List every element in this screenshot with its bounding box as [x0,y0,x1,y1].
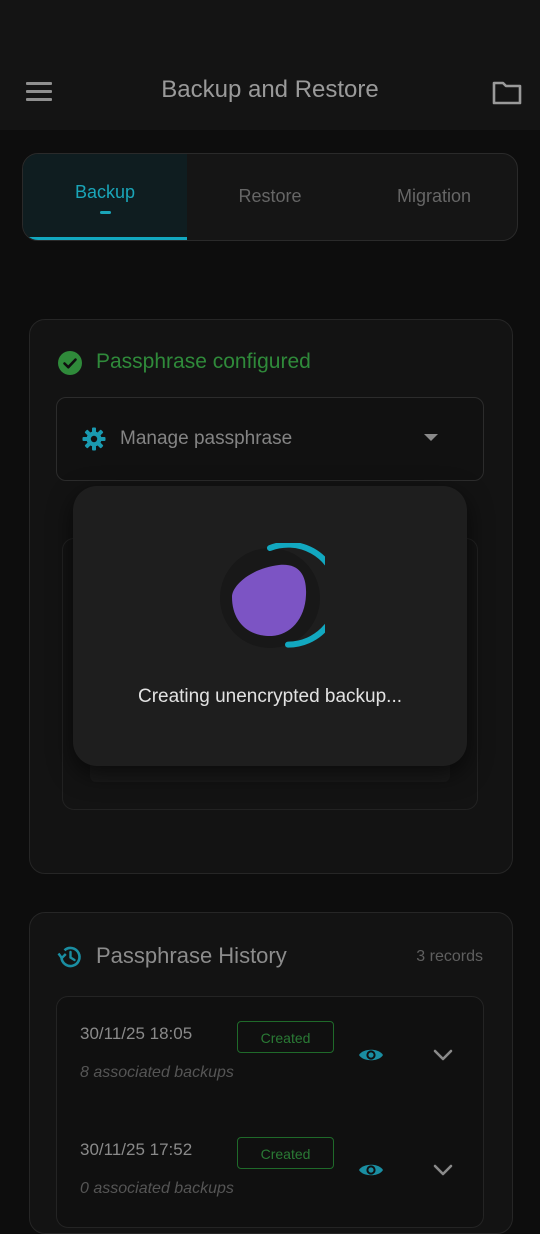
tab-restore[interactable]: Restore [188,154,352,240]
gear-icon [82,427,106,451]
chevron-down-icon[interactable] [432,1163,454,1177]
chevron-down-icon[interactable] [432,1048,454,1062]
status-badge: Created [237,1021,334,1053]
status-badge: Created [237,1137,334,1169]
records-count: 3 records [416,948,483,965]
progress-message: Creating unencrypted backup... [137,686,403,707]
manage-passphrase-label: Manage passphrase [120,428,293,449]
check-circle-icon [58,351,82,375]
history-row-associated: 0 associated backups [80,1180,234,1197]
tab-migration-label: Migration [396,186,472,206]
tab-active-indicator [23,237,187,240]
tab-bar: Backup Restore Migration [22,153,518,241]
history-icon [57,946,81,968]
history-row-date: 30/11/25 18:05 [80,1024,193,1043]
history-row-date: 30/11/25 17:52 [80,1140,193,1159]
app-bar [0,0,540,130]
caret-down-icon [424,434,438,441]
eye-icon[interactable] [358,1161,384,1179]
history-title: Passphrase History [96,943,287,968]
tab-backup-label: Backup [74,182,136,202]
tab-restore-label: Restore [238,186,302,206]
loading-spinner [220,543,325,648]
eye-icon[interactable] [358,1046,384,1064]
folder-icon[interactable] [492,79,522,105]
page-title: Backup and Restore [161,76,379,103]
history-row-associated: 8 associated backups [80,1064,234,1081]
passphrase-status: Passphrase configured [96,350,311,373]
tab-backup[interactable]: Backup [23,154,187,240]
tab-migration[interactable]: Migration [352,154,516,240]
tab-active-dash [100,211,111,214]
